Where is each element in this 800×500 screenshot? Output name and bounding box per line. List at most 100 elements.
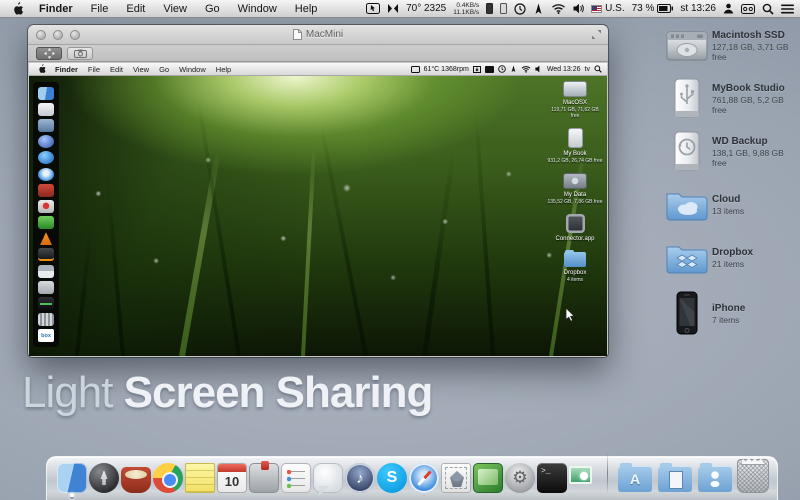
desktop-icon-iphone[interactable]: iPhone 7 items (662, 291, 798, 337)
menu-view[interactable]: View (128, 65, 154, 74)
screen-sharing-menu-icon[interactable] (366, 3, 380, 14)
messages-dock-icon[interactable] (313, 463, 343, 493)
fullscreen-icon[interactable] (591, 29, 602, 40)
remote-screen[interactable]: FinderFileEditViewGoWindowHelp 61°C 1368… (29, 63, 607, 356)
remote-dock-remote-icon[interactable] (38, 119, 54, 132)
user-menu-icon[interactable] (723, 3, 734, 14)
remote-icon-mybook[interactable]: My Book 931,2 GB, 26,74 GB free (547, 128, 603, 164)
close-button[interactable] (36, 30, 46, 40)
stickies-dock-icon[interactable] (185, 463, 215, 493)
temperature-status[interactable]: 70° 2325 (406, 3, 446, 14)
remote-icon-mydata[interactable]: My Data 135,52 GB, 7,86 GB free (547, 173, 603, 205)
remote-screens-icon[interactable] (485, 66, 494, 73)
menu-edit[interactable]: Edit (117, 3, 154, 15)
remote-apple-menu-icon[interactable] (34, 64, 50, 74)
remote-dock-camera-icon[interactable] (38, 281, 54, 294)
remote-icon-macosx[interactable]: MacOSX 119,71 GB, 71,62 GB free (547, 81, 603, 119)
network-speed-status[interactable]: 0.4KB/s 11.1KB/s (453, 2, 479, 16)
remote-dock-vlc-icon[interactable] (38, 232, 54, 245)
scale-mode-button[interactable] (36, 47, 62, 60)
menu-finder[interactable]: Finder (50, 65, 83, 74)
location-menu-icon[interactable] (533, 3, 544, 15)
remote-clock-status[interactable]: Wed 13:26 (547, 66, 581, 73)
documents-folder-dock-icon[interactable] (658, 466, 692, 492)
time-machine-menu-icon[interactable] (514, 3, 526, 15)
itunes-dock-icon[interactable] (345, 463, 375, 493)
volume-menu-icon[interactable] (573, 3, 584, 14)
remote-volume-icon[interactable] (535, 65, 543, 73)
users-folder-dock-icon[interactable] (698, 466, 732, 492)
remote-dock-box-icon[interactable]: box (38, 329, 54, 342)
mail-dock-icon[interactable] (441, 463, 471, 493)
device-battery-light-icon[interactable] (500, 3, 507, 14)
desktop-icon-cloud[interactable]: Cloud 13 items (662, 185, 798, 225)
menu-file[interactable]: File (82, 3, 118, 15)
menu-window[interactable]: Window (174, 65, 211, 74)
calendar-dock-icon[interactable]: 10 (217, 463, 247, 493)
spotlight-icon[interactable] (762, 3, 774, 15)
menu-go[interactable]: Go (154, 65, 174, 74)
remote-dock-earth-icon[interactable] (38, 151, 54, 164)
minimize-button[interactable] (53, 30, 63, 40)
remote-display-icon[interactable] (411, 66, 420, 73)
menu-file[interactable]: File (83, 65, 105, 74)
remote-desktop-dock-icon[interactable] (473, 463, 503, 493)
remote-dock-transmission-icon[interactable] (38, 200, 54, 213)
cassette-menu-icon[interactable] (741, 4, 755, 14)
sync-menu-icon[interactable] (387, 3, 399, 14)
wifi-menu-icon[interactable] (551, 3, 566, 14)
menu-help[interactable]: Help (211, 65, 236, 74)
remote-dock-itunes-icon[interactable] (38, 135, 54, 148)
chrome-dock-icon[interactable] (153, 463, 183, 493)
reminders-dock-icon[interactable] (281, 463, 311, 493)
launchpad-dock-icon[interactable] (89, 463, 119, 493)
menu-help[interactable]: Help (286, 3, 327, 15)
system-preferences-dock-icon[interactable] (505, 463, 535, 493)
safari-dock-icon[interactable] (409, 463, 439, 493)
desktop-icon-dropbox[interactable]: Dropbox 21 items (662, 238, 798, 278)
remote-clock-icon[interactable] (498, 65, 506, 73)
notification-center-icon[interactable] (781, 4, 794, 14)
input-source-status[interactable]: U.S. (591, 3, 624, 14)
applications-folder-dock-icon[interactable]: A (618, 466, 652, 492)
remote-dock-activity-icon[interactable] (38, 297, 54, 310)
remote-icon-dropbox[interactable]: Dropbox 4 items (547, 252, 603, 283)
utility-dock-icon[interactable] (249, 463, 279, 493)
remote-sensor-status[interactable]: 61°C 1368rpm (424, 66, 469, 73)
device-battery-dark-icon[interactable] (486, 3, 493, 14)
apple-menu-icon[interactable] (6, 2, 30, 16)
menu-window[interactable]: Window (229, 3, 286, 15)
remote-dock-front-row-icon[interactable] (38, 184, 54, 197)
remote-icon-connector[interactable]: Connector.app (547, 214, 603, 243)
battery-status[interactable]: 73 % (632, 3, 674, 14)
clock-status[interactable]: st 13:26 (680, 3, 716, 14)
remote-download-icon[interactable] (473, 66, 481, 73)
remote-dock-mail-icon[interactable] (38, 103, 54, 116)
remote-tv-status[interactable]: tv (585, 66, 590, 73)
desktop-icon-wd-backup[interactable]: WD Backup 138,1 GB, 9,88 GB free (662, 132, 798, 172)
caffeine-dock-icon[interactable] (121, 467, 151, 493)
window-titlebar[interactable]: MacMini (28, 25, 608, 45)
remote-dock-finder-icon[interactable] (38, 87, 54, 100)
menu-go[interactable]: Go (196, 3, 229, 15)
remote-spotlight-icon[interactable] (594, 65, 602, 73)
menu-finder[interactable]: Finder (30, 3, 82, 15)
desktop-icon-mybook-studio[interactable]: MyBook Studio 761,88 GB, 5,2 GB free (662, 79, 798, 119)
remote-dock-media-icon[interactable] (38, 248, 54, 261)
remote-dock-ridged-icon[interactable] (38, 313, 54, 326)
finder-dock-icon[interactable] (57, 463, 87, 493)
remote-wifi-icon[interactable] (521, 65, 531, 73)
skype-dock-icon[interactable]: S (377, 463, 407, 493)
remote-dock-ipod-icon[interactable] (38, 265, 54, 278)
terminal-dock-icon[interactable]: >_ (537, 463, 567, 493)
screenshot-button[interactable] (67, 47, 93, 60)
menu-view[interactable]: View (154, 3, 196, 15)
zoom-button[interactable] (70, 30, 80, 40)
menu-edit[interactable]: Edit (105, 65, 128, 74)
remote-location-icon[interactable] (510, 65, 517, 73)
desktop-icon-macintosh-ssd[interactable]: Macintosh SSD 127,18 GB, 3,71 GB free (662, 26, 798, 66)
trash-dock-icon[interactable] (737, 459, 769, 493)
remote-dock-green-app-icon[interactable] (38, 216, 54, 229)
screen-sharing-dock-icon[interactable] (569, 463, 599, 493)
remote-dock-safari-icon[interactable] (38, 168, 54, 181)
